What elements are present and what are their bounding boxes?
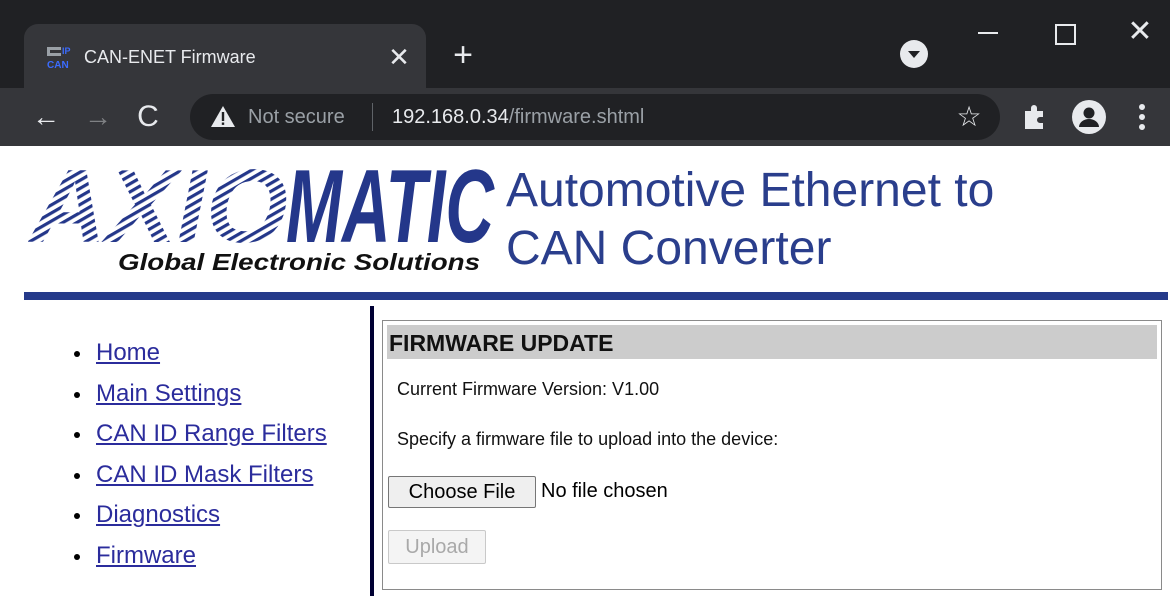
reload-icon[interactable]: C [128, 96, 168, 138]
sidebar-nav: Home Main Settings CAN ID Range Filters … [0, 336, 370, 579]
panel-title: FIRMWARE UPDATE [389, 330, 614, 356]
nav-link-diagnostics[interactable]: Diagnostics [96, 501, 220, 528]
window-close-icon[interactable]: ✕ [1110, 12, 1170, 52]
tab-title: CAN-ENET Firmware [84, 47, 256, 67]
header-divider [24, 292, 1168, 300]
forward-arrow-icon[interactable]: → [78, 96, 118, 138]
title-bar: IP CAN CAN-ENET Firmware ✕ + ✕ [0, 0, 1170, 88]
file-status: No file chosen [541, 480, 668, 502]
window-maximize-icon[interactable] [1034, 12, 1094, 52]
url-text[interactable]: 192.168.0.34/firmware.shtml [392, 105, 644, 129]
nav-link-can-id-mask-filters[interactable]: CAN ID Mask Filters [96, 461, 313, 488]
browser-tab[interactable]: IP CAN CAN-ENET Firmware ✕ [24, 24, 426, 88]
menu-dot [1139, 114, 1145, 120]
url-host: 192.168.0.34 [392, 106, 509, 128]
window-minimize-icon[interactable] [958, 12, 1018, 52]
nav-link-home[interactable]: Home [96, 339, 160, 366]
nav-link-main-settings[interactable]: Main Settings [96, 380, 241, 407]
nav-item-firmware: Firmware [0, 539, 370, 580]
page-title: Automotive Ethernet to CAN Converter [506, 162, 1126, 278]
web-page: AXIO MATIC Global Electronic Solutions A… [0, 146, 1170, 596]
warning-triangle-icon [211, 106, 235, 127]
security-label[interactable]: Not secure [248, 105, 345, 129]
nav-list: Home Main Settings CAN ID Range Filters … [0, 336, 370, 579]
bookmark-star-icon[interactable]: ☆ [952, 100, 986, 134]
upload-instructions: Specify a firmware file to upload into t… [397, 429, 779, 449]
firmware-update-panel: FIRMWARE UPDATE Current Firmware Version… [382, 320, 1162, 590]
svg-text:IP: IP [62, 46, 71, 56]
ip-can-favicon: IP CAN [47, 46, 71, 70]
page-title-line-2: CAN Converter [506, 222, 832, 275]
menu-dot [1139, 104, 1145, 110]
profile-icon[interactable] [1072, 100, 1106, 134]
extensions-icon[interactable] [1020, 102, 1050, 132]
address-bar[interactable]: Not secure 192.168.0.34/firmware.shtml ☆ [190, 94, 1000, 140]
page-title-line-1: Automotive Ethernet to [506, 164, 995, 217]
browser-toolbar: ← → C Not secure 192.168.0.34/firmware.s… [0, 88, 1170, 146]
svg-text:CAN: CAN [47, 60, 69, 70]
person-icon [1079, 107, 1099, 127]
nav-item-can-id-range-filters: CAN ID Range Filters [0, 417, 370, 458]
menu-dot [1139, 124, 1145, 130]
menu-icon[interactable] [1130, 100, 1154, 134]
browser-chrome: IP CAN CAN-ENET Firmware ✕ + ✕ ← → C Not… [0, 0, 1170, 146]
upload-button[interactable]: Upload [388, 530, 486, 564]
nav-item-home: Home [0, 336, 370, 377]
tab-search-icon[interactable] [900, 40, 928, 68]
tab-close-icon[interactable]: ✕ [384, 42, 414, 72]
panel-header: FIRMWARE UPDATE [387, 325, 1157, 359]
new-tab-icon[interactable]: + [446, 38, 480, 74]
nav-item-diagnostics: Diagnostics [0, 498, 370, 539]
firmware-version: Current Firmware Version: V1.00 [397, 379, 660, 399]
nav-link-firmware[interactable]: Firmware [96, 542, 196, 569]
axiomatic-logo: AXIO MATIC Global Electronic Solutions [28, 160, 495, 275]
nav-link-can-id-range-filters[interactable]: CAN ID Range Filters [96, 420, 327, 447]
url-separator [372, 103, 373, 131]
choose-file-button[interactable]: Choose File [388, 476, 536, 508]
nav-item-can-id-mask-filters: CAN ID Mask Filters [0, 458, 370, 499]
back-arrow-icon[interactable]: ← [26, 96, 66, 138]
url-path: /firmware.shtml [508, 106, 645, 128]
svg-text:Global Electronic Solutions: Global Electronic Solutions [118, 249, 480, 275]
nav-item-main-settings: Main Settings [0, 377, 370, 418]
sidebar-divider [370, 306, 374, 596]
